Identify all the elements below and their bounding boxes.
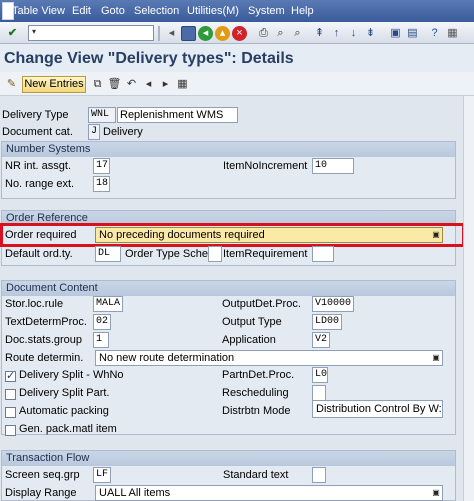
back-icon[interactable]: ◂	[198, 26, 213, 41]
display-range-label: Display Range	[5, 487, 77, 499]
automatic-packing-checkbox[interactable]	[5, 407, 16, 418]
default-ord-ty-field[interactable]: DL	[95, 246, 121, 262]
transaction-flow-title: Transaction Flow	[2, 451, 455, 466]
output-type-label: Output Type	[222, 316, 282, 328]
delivery-split-whno-checkbox[interactable]	[5, 369, 16, 382]
route-determin-label: Route determin.	[5, 352, 84, 364]
page-title: Change View "Delivery types": Details	[4, 50, 294, 67]
menu-help[interactable]: Help	[291, 5, 314, 17]
application-label: Application	[222, 334, 276, 346]
document-cat-field[interactable]: J	[88, 124, 100, 140]
shortcut-icon[interactable]: ▤	[405, 26, 420, 41]
vertical-scrollbar[interactable]	[463, 96, 474, 501]
new-entries-button[interactable]: New Entries	[22, 76, 86, 93]
item-no-increment-field[interactable]: 10	[312, 158, 354, 174]
delivery-split-part-label: Delivery Split Part.	[19, 387, 110, 399]
previous-entry-icon[interactable]: ◂	[141, 77, 156, 92]
layout-menu-icon[interactable]: ▦	[445, 26, 460, 41]
menu-edit[interactable]: Edit	[72, 5, 91, 17]
distrbtn-mode-value: Distribution Control By W:	[316, 403, 442, 415]
menu-selection[interactable]: Selection	[134, 5, 179, 17]
display-range-value: UALL All items	[99, 487, 171, 499]
partn-det-proc-field[interactable]: L0	[312, 367, 328, 383]
menu-table-view[interactable]: Table View	[12, 5, 65, 17]
stor-loc-rule-field[interactable]: MALA	[93, 296, 123, 312]
rescheduling-label: Rescheduling	[222, 387, 289, 399]
item-no-increment-label: ItemNoIncrement	[223, 160, 308, 172]
delivery-split-whno-label: Delivery Split - WhNo	[19, 369, 124, 381]
cancel-icon[interactable]: ×	[232, 26, 247, 41]
delivery-type-label: Delivery Type	[2, 109, 69, 121]
document-cat-description: Delivery	[103, 126, 143, 138]
exit-icon[interactable]: ▴	[215, 26, 230, 41]
display-range-dropdown[interactable]: UALL All items ▣	[95, 485, 443, 501]
command-history-icon[interactable]: ▾	[29, 26, 39, 38]
doc-stats-group-field[interactable]: 1	[93, 332, 109, 348]
no-range-ext-field[interactable]: 18	[93, 176, 110, 192]
prev-page-icon[interactable]: ↑	[329, 26, 344, 41]
find-icon[interactable]: ⌕	[273, 26, 288, 41]
number-systems-title: Number Systems	[2, 142, 455, 157]
menu-goto[interactable]: Goto	[101, 5, 125, 17]
next-entry-icon[interactable]: ▸	[158, 77, 173, 92]
separator	[158, 26, 160, 41]
delete-icon[interactable]: 🗑	[107, 77, 122, 92]
command-field[interactable]: ▾	[28, 25, 154, 41]
highlight-box	[0, 223, 465, 247]
output-det-proc-field[interactable]: V10000	[312, 296, 354, 312]
first-page-icon[interactable]: ⇞	[312, 26, 327, 41]
delivery-type-description-field[interactable]: Replenishment WMS	[117, 107, 238, 123]
copy-as-icon[interactable]: ⧉	[90, 77, 105, 92]
find-next-icon[interactable]: ⌕	[290, 26, 305, 41]
distrbtn-mode-label: Distrbtn Mode	[222, 405, 291, 417]
menu-utilities[interactable]: Utilities(M)	[187, 5, 239, 17]
application-field[interactable]: V2	[312, 332, 330, 348]
document-cat-label: Document cat.	[2, 126, 73, 138]
create-session-icon[interactable]: ▣	[388, 26, 403, 41]
order-type-sched-field[interactable]	[208, 246, 222, 262]
rescheduling-field[interactable]	[312, 385, 326, 401]
default-ord-ty-label: Default ord.ty.	[5, 248, 73, 260]
order-type-sched-label: Order Type Sched	[125, 248, 215, 260]
dropdown-icon[interactable]: ▣	[431, 487, 441, 499]
menu-system[interactable]: System	[248, 5, 285, 17]
screen-seq-grp-field[interactable]: LF	[93, 467, 111, 483]
screen-seq-grp-label: Screen seq.grp	[5, 469, 80, 481]
item-requirement-label: ItemRequirement	[223, 248, 308, 260]
doc-stats-group-label: Doc.stats.group	[5, 334, 83, 346]
distrbtn-mode-dropdown[interactable]: Distribution Control By W:	[312, 400, 443, 418]
nr-int-assgt-field[interactable]: 17	[93, 158, 110, 174]
undo-change-icon[interactable]: ↶	[124, 77, 139, 92]
print-icon[interactable]: ⎙	[256, 26, 271, 41]
delivery-type-field[interactable]: WNL	[88, 107, 116, 123]
gen-pack-matl-item-checkbox[interactable]	[5, 425, 16, 436]
text-determ-proc-label: TextDetermProc.	[5, 316, 87, 328]
dropdown-icon[interactable]: ▣	[431, 352, 441, 364]
partn-det-proc-label: PartnDet.Proc.	[222, 369, 295, 381]
save-icon[interactable]	[181, 26, 196, 41]
output-det-proc-label: OutputDet.Proc.	[222, 298, 301, 310]
help-icon[interactable]: ?	[427, 26, 442, 41]
route-determin-dropdown[interactable]: No new route determination ▣	[95, 350, 443, 366]
dropdown-arrow-icon[interactable]: ◂	[164, 26, 179, 41]
select-all-icon[interactable]: ▦	[175, 77, 190, 92]
document-content-title: Document Content	[2, 281, 455, 296]
gen-pack-matl-item-label: Gen. pack.matl item	[19, 423, 117, 435]
output-type-field[interactable]: LD00	[312, 314, 342, 330]
standard-text-field[interactable]	[312, 467, 326, 483]
enter-icon[interactable]: ✔	[5, 26, 20, 41]
next-page-icon[interactable]: ↓	[346, 26, 361, 41]
last-page-icon[interactable]: ⇟	[363, 26, 378, 41]
no-range-ext-label: No. range ext.	[5, 178, 75, 190]
delivery-split-part-checkbox[interactable]	[5, 389, 16, 400]
text-determ-proc-field[interactable]: 02	[93, 314, 111, 330]
display-change-icon[interactable]: ✎	[4, 77, 19, 92]
automatic-packing-label: Automatic packing	[19, 405, 109, 417]
nr-int-assgt-label: NR int. assgt.	[5, 160, 72, 172]
standard-text-label: Standard text	[223, 469, 289, 481]
route-determin-value: No new route determination	[99, 352, 235, 364]
item-requirement-field[interactable]	[312, 246, 334, 262]
stor-loc-rule-label: Stor.loc.rule	[5, 298, 64, 310]
